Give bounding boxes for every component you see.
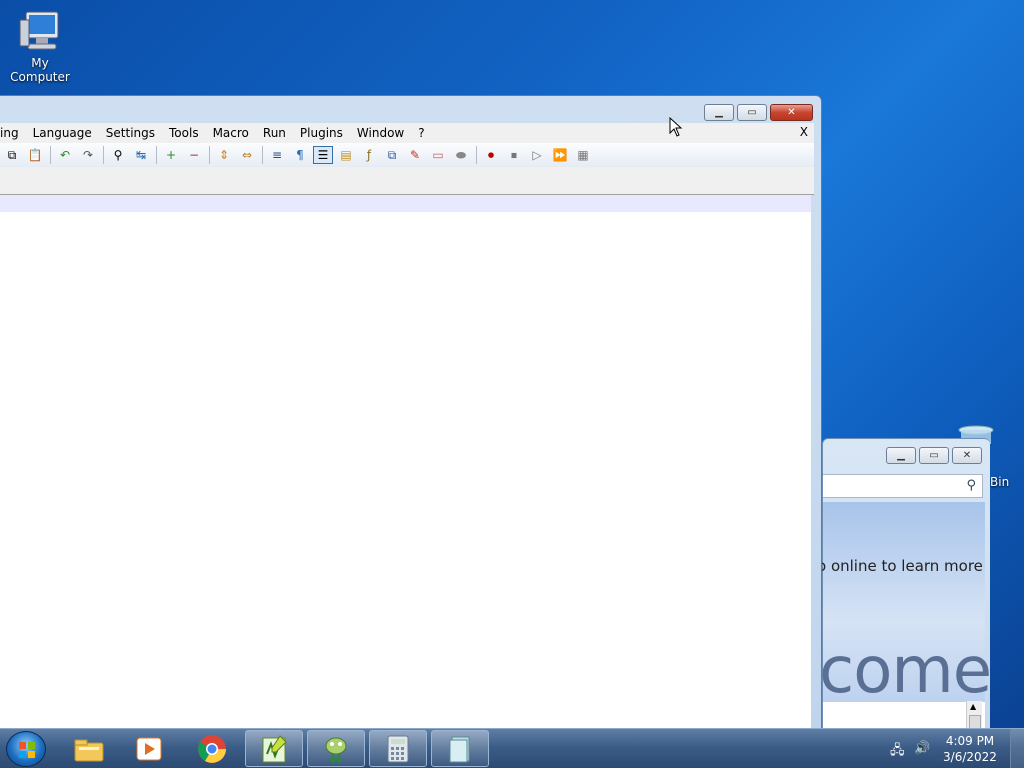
spell-icon[interactable]: ⬬ <box>451 146 471 164</box>
redo-icon[interactable]: ↷ <box>78 146 98 164</box>
word-wrap-icon[interactable]: ≡ <box>267 146 287 164</box>
undo-icon[interactable]: ↶ <box>55 146 75 164</box>
taskbar-notepad-plugin[interactable] <box>307 730 365 767</box>
clock[interactable]: 4:09 PM 3/6/2022 <box>938 733 1002 765</box>
menu-settings[interactable]: Settings <box>99 126 162 140</box>
maximize-button[interactable]: ▭ <box>737 104 767 121</box>
toolbar-separator <box>209 146 210 164</box>
minimize-button[interactable]: ▁ <box>886 447 916 464</box>
welcome-panel: o online to learn more come <box>817 502 992 708</box>
current-line-highlight <box>0 195 811 212</box>
close-icon: ✕ <box>962 450 972 461</box>
search-icon: ⚲ <box>966 478 976 493</box>
window-controls: ▁ ▭ ✕ <box>704 104 813 121</box>
minimize-icon: ▁ <box>897 450 905 461</box>
toolbar-separator <box>476 146 477 164</box>
taskbar-media-player[interactable] <box>120 730 178 767</box>
scroll-up-icon[interactable]: ▲ <box>970 702 976 711</box>
close-document-button[interactable]: X <box>800 125 808 139</box>
maximize-icon: ▭ <box>929 450 939 461</box>
calculator-icon <box>387 735 409 762</box>
menu-bar: ing Language Settings Tools Macro Run Pl… <box>0 123 814 143</box>
taskbar-calculator[interactable] <box>369 730 427 767</box>
taskbar-document[interactable] <box>431 730 489 767</box>
zoom-in-icon[interactable]: + <box>161 146 181 164</box>
save-macro-icon[interactable]: ▦ <box>573 146 593 164</box>
clock-time: 4:09 PM <box>945 734 995 748</box>
find-icon[interactable]: ⚲ <box>108 146 128 164</box>
taskbar-chrome[interactable] <box>183 730 241 767</box>
zoom-out-icon[interactable]: − <box>184 146 204 164</box>
replace-icon[interactable]: ↹ <box>131 146 151 164</box>
scroll-thumb[interactable] <box>969 715 981 729</box>
scrollbar[interactable]: ▲ <box>966 701 982 731</box>
start-button[interactable] <box>6 731 46 767</box>
editor-area[interactable] <box>0 195 811 731</box>
desktop-icon-label: My Computer <box>10 56 70 84</box>
doc-map-icon[interactable]: ▤ <box>336 146 356 164</box>
search-input[interactable]: ⚲ <box>823 474 983 498</box>
toolbar-separator <box>103 146 104 164</box>
chrome-icon <box>198 734 226 763</box>
taskbar: 🖧 🔊 4:09 PM 3/6/2022 <box>0 728 1024 768</box>
lower-pane <box>823 702 985 730</box>
notepadpp-icon <box>262 734 287 762</box>
menu-help[interactable]: ? <box>411 126 431 140</box>
notepadpp-window[interactable]: ▁ ▭ ✕ ing Language Settings Tools Macro … <box>0 95 822 731</box>
minimize-icon: ▁ <box>715 107 723 118</box>
desktop-icon-my-computer[interactable]: My Computer <box>0 8 80 84</box>
window-controls: ▁ ▭ ✕ <box>886 447 982 464</box>
close-button[interactable]: ✕ <box>770 104 813 121</box>
toolbar: ⧉ 📋 ↶ ↷ ⚲ ↹ + − ⇕ ⇔ ≡ ¶ ☰ ▤ ƒ ⧉ ✎ ▭ ⬬ ⏺ … <box>0 143 814 167</box>
close-icon: ✕ <box>787 107 796 118</box>
maximize-icon: ▭ <box>747 107 757 118</box>
indent-guide-icon[interactable]: ☰ <box>313 146 333 164</box>
copy-icon[interactable]: ⧉ <box>2 146 22 164</box>
menu-macro[interactable]: Macro <box>206 126 256 140</box>
network-icon[interactable]: 🖧 <box>890 741 906 758</box>
menu-window[interactable]: Window <box>350 126 411 140</box>
folder-workspace-icon[interactable]: ⧉ <box>382 146 402 164</box>
toolbar-separator <box>50 146 51 164</box>
computer-icon <box>19 11 59 50</box>
menu-encoding[interactable]: ing <box>0 126 26 140</box>
stop-macro-icon[interactable]: ⏹ <box>504 146 524 164</box>
close-button[interactable]: ✕ <box>952 447 982 464</box>
monitor-icon[interactable]: ▭ <box>428 146 448 164</box>
toolbar-separator <box>262 146 263 164</box>
play-macro-icon[interactable]: ▷ <box>527 146 547 164</box>
show-all-chars-icon[interactable]: ¶ <box>290 146 310 164</box>
volume-icon[interactable]: 🔊 <box>914 741 930 757</box>
media-player-icon <box>136 737 162 760</box>
taskbar-explorer[interactable] <box>60 730 118 767</box>
record-macro-icon[interactable]: ⏺ <box>481 146 501 164</box>
menu-language[interactable]: Language <box>26 126 99 140</box>
function-list-icon[interactable]: ƒ <box>359 146 379 164</box>
recycle-bin-label: Bin <box>990 475 1010 489</box>
maximize-button[interactable]: ▭ <box>919 447 949 464</box>
sync-vertical-icon[interactable]: ⇕ <box>214 146 234 164</box>
doc-switcher-icon[interactable]: ✎ <box>405 146 425 164</box>
document-icon <box>449 736 470 762</box>
minimize-button[interactable]: ▁ <box>704 104 734 121</box>
menu-tools[interactable]: Tools <box>162 126 206 140</box>
welcome-heading: come <box>819 634 992 708</box>
run-macro-multiple-icon[interactable]: ⏩ <box>550 146 570 164</box>
paste-icon[interactable]: 📋 <box>25 146 45 164</box>
menu-run[interactable]: Run <box>256 126 293 140</box>
toolbar-separator <box>156 146 157 164</box>
explorer-icon <box>74 739 104 761</box>
system-tray: 🖧 🔊 4:09 PM 3/6/2022 <box>890 729 1024 768</box>
notepad-plugin-icon <box>325 737 347 764</box>
background-window[interactable]: ▁ ▭ ✕ ⚲ o online to learn more come ▲ <box>817 438 992 731</box>
learn-more-text: o online to learn more <box>817 557 983 575</box>
windows-logo-icon <box>19 742 35 758</box>
sync-horizontal-icon[interactable]: ⇔ <box>237 146 257 164</box>
mouse-cursor-icon <box>669 117 683 137</box>
show-desktop-button[interactable] <box>1010 729 1024 768</box>
clock-date: 3/6/2022 <box>943 750 997 764</box>
menu-plugins[interactable]: Plugins <box>293 126 350 140</box>
taskbar-notepadpp[interactable] <box>245 730 303 767</box>
tab-bar <box>0 167 814 195</box>
